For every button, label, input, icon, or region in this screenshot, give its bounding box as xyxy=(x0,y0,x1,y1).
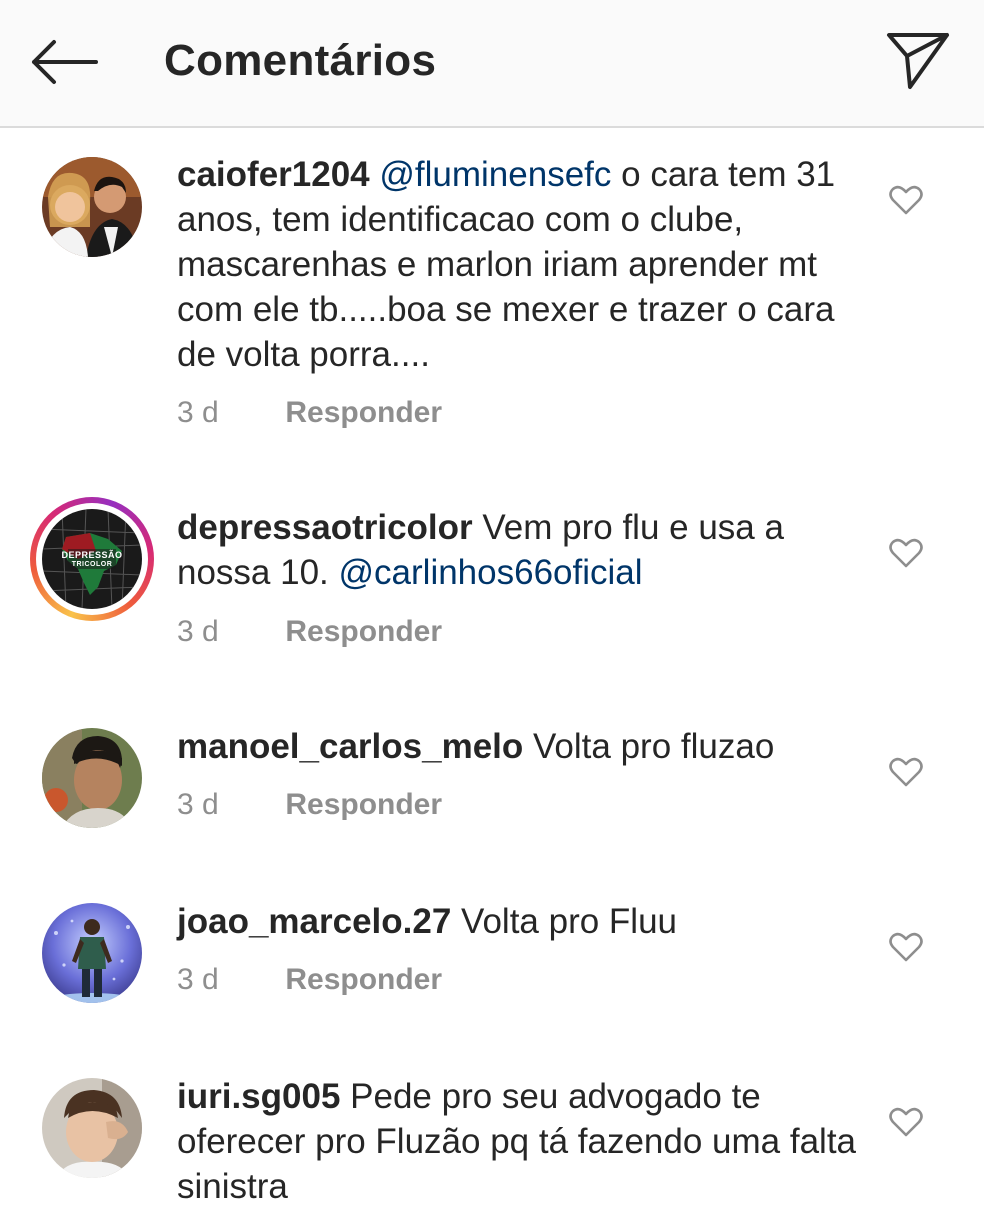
comment-body: joao_marcelo.27 Volta pro Fluu xyxy=(177,899,867,944)
avatar-logo-line1: DEPRESSÃO xyxy=(61,550,123,560)
comment-mention[interactable]: @carlinhos66oficial xyxy=(339,553,643,592)
avatar[interactable] xyxy=(42,157,142,257)
comment-username[interactable]: caiofer1204 xyxy=(177,155,370,194)
like-button[interactable] xyxy=(886,752,926,792)
heart-icon xyxy=(889,185,923,215)
like-button[interactable] xyxy=(886,180,926,220)
arrow-left-icon xyxy=(32,40,98,84)
avatar-story-ring[interactable]: DEPRESSÃO TRICOLOR xyxy=(30,497,154,621)
comment-body: iuri.sg005 Pede pro seu advogado te ofer… xyxy=(177,1074,867,1209)
comment-username[interactable]: depressaotricolor xyxy=(177,508,473,547)
comment-username[interactable]: iuri.sg005 xyxy=(177,1077,340,1116)
comment-username[interactable]: manoel_carlos_melo xyxy=(177,727,523,766)
top-bar: Comentários xyxy=(0,0,984,128)
comment-time: 3 d xyxy=(177,963,219,996)
comment-username[interactable]: joao_marcelo.27 xyxy=(177,902,451,941)
avatar: DEPRESSÃO TRICOLOR xyxy=(42,509,142,609)
reply-button[interactable]: Responder xyxy=(285,396,442,429)
comment-body: caiofer1204 @fluminensefc o cara tem 31 … xyxy=(177,152,867,377)
back-button[interactable] xyxy=(26,28,102,96)
heart-icon xyxy=(889,1107,923,1137)
share-button[interactable] xyxy=(880,26,956,96)
comment-time: 3 d xyxy=(177,615,219,648)
comment-time: 3 d xyxy=(177,396,219,429)
avatar[interactable] xyxy=(42,903,142,1003)
avatar[interactable] xyxy=(42,1078,142,1178)
like-button[interactable] xyxy=(886,1102,926,1142)
like-button[interactable] xyxy=(886,533,926,573)
comment-meta: 3 d Responder xyxy=(177,612,442,652)
reply-button[interactable]: Responder xyxy=(285,615,442,648)
avatar-logo-line2: TRICOLOR xyxy=(71,561,113,568)
page-title: Comentários xyxy=(164,36,437,85)
comment-meta: 3 d Responder xyxy=(177,785,442,825)
comment-text: Volta pro Fluu xyxy=(461,902,678,941)
heart-icon xyxy=(889,932,923,962)
comment-mention[interactable]: @fluminensefc xyxy=(379,155,611,194)
comment-text: Volta pro fluzao xyxy=(533,727,775,766)
comment-body: depressaotricolor Vem pro flu e usa a no… xyxy=(177,505,867,595)
avatar[interactable] xyxy=(42,728,142,828)
heart-icon xyxy=(889,538,923,568)
like-button[interactable] xyxy=(886,927,926,967)
comment-time: 3 d xyxy=(177,788,219,821)
comment-meta: 3 d Responder xyxy=(177,960,442,1000)
paper-plane-icon xyxy=(887,33,949,89)
comment-meta: 3 d Responder xyxy=(177,393,442,433)
comment-body: manoel_carlos_melo Volta pro fluzao xyxy=(177,724,867,769)
reply-button[interactable]: Responder xyxy=(285,963,442,996)
heart-icon xyxy=(889,757,923,787)
reply-button[interactable]: Responder xyxy=(285,788,442,821)
